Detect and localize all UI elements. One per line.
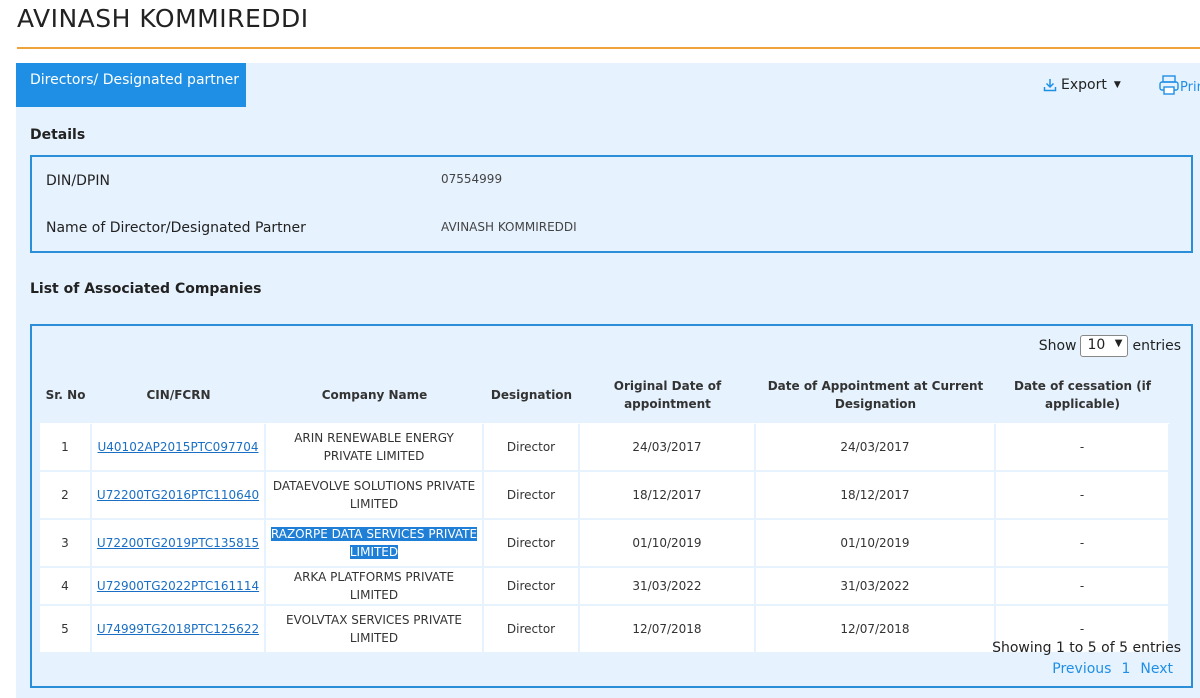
details-box: DIN/DPIN 07554999 Name of Director/Desig…	[30, 155, 1193, 253]
cell-designation: Director	[484, 472, 580, 520]
cell-original-date: 24/03/2017	[580, 424, 756, 472]
cin-link[interactable]: U72900TG2022PTC161114	[97, 579, 259, 593]
export-button[interactable]: Export ▼	[1043, 77, 1121, 93]
cell-company: DATAEVOLVE SOLUTIONS PRIVATE LIMITED	[266, 472, 484, 520]
next-page-link[interactable]: Next	[1140, 661, 1173, 677]
entries-summary: Showing 1 to 5 of 5 entries	[992, 640, 1181, 656]
cell-cessation: -	[996, 472, 1170, 520]
details-heading: Details	[30, 127, 86, 143]
cell-designation: Director	[484, 568, 580, 606]
cin-link[interactable]: U74999TG2018PTC125622	[97, 622, 259, 636]
cell-cin: U72200TG2019PTC135815	[92, 520, 266, 568]
print-button[interactable]: Prin	[1158, 74, 1200, 100]
show-label: Show	[1038, 338, 1077, 354]
cell-sr: 3	[40, 520, 92, 568]
entries-label: entries	[1132, 338, 1181, 354]
cell-cin: U40102AP2015PTC097704	[92, 424, 266, 472]
selected-company-name: RAZORPE DATA SERVICES PRIVATE LIMITED	[270, 527, 478, 559]
cell-cin: U72900TG2022PTC161114	[92, 568, 266, 606]
page-size-control: Show 10 ▼ entries	[1039, 335, 1181, 357]
cell-designation: Director	[484, 606, 580, 654]
cell-sr: 1	[40, 424, 92, 472]
cell-company: ARIN RENEWABLE ENERGY PRIVATE LIMITED	[266, 424, 484, 472]
director-name-label: Name of Director/Designated Partner	[46, 220, 306, 236]
col-header-company[interactable]: Company Name	[266, 366, 484, 424]
cell-current-date: 31/03/2022	[756, 568, 996, 606]
download-icon	[1043, 78, 1057, 92]
col-header-cin[interactable]: CIN/FCRN	[92, 366, 266, 424]
cin-link[interactable]: U72200TG2016PTC110640	[97, 488, 259, 502]
cell-company: RAZORPE DATA SERVICES PRIVATE LIMITED	[266, 520, 484, 568]
cell-sr: 4	[40, 568, 92, 606]
caret-down-icon: ▼	[1113, 80, 1121, 90]
table-header-row: Sr. No CIN/FCRN Company Name Designation…	[40, 366, 1170, 424]
title-divider	[17, 47, 1200, 49]
page-title: AVINASH KOMMIREDDI	[17, 4, 309, 33]
page-1-link[interactable]: 1	[1121, 661, 1130, 677]
print-label: Prin	[1180, 79, 1200, 95]
table-row: 3 U72200TG2019PTC135815 RAZORPE DATA SER…	[40, 520, 1170, 568]
pagination: Previous 1 Next	[1052, 661, 1173, 677]
cell-cin: U74999TG2018PTC125622	[92, 606, 266, 654]
cell-cessation: -	[996, 424, 1170, 472]
printer-icon	[1158, 74, 1180, 100]
companies-heading: List of Associated Companies	[30, 281, 262, 297]
cell-sr: 5	[40, 606, 92, 654]
cell-current-date: 24/03/2017	[756, 424, 996, 472]
page-size-value: 10	[1087, 337, 1106, 353]
cell-current-date: 01/10/2019	[756, 520, 996, 568]
table-row: 2 U72200TG2016PTC110640 DATAEVOLVE SOLUT…	[40, 472, 1170, 520]
col-header-sr[interactable]: Sr. No	[40, 366, 92, 424]
cell-current-date: 12/07/2018	[756, 606, 996, 654]
din-label: DIN/DPIN	[46, 173, 110, 189]
cin-link[interactable]: U40102AP2015PTC097704	[98, 440, 259, 454]
cell-original-date: 01/10/2019	[580, 520, 756, 568]
companies-table: Sr. No CIN/FCRN Company Name Designation…	[40, 366, 1170, 654]
col-header-cessation[interactable]: Date of cessation (if applicable)	[996, 366, 1170, 424]
director-name-value: AVINASH KOMMIREDDI	[441, 220, 577, 234]
table-row: 4 U72900TG2022PTC161114 ARKA PLATFORMS P…	[40, 568, 1170, 606]
cell-original-date: 31/03/2022	[580, 568, 756, 606]
cell-cessation: -	[996, 520, 1170, 568]
table-row: 1 U40102AP2015PTC097704 ARIN RENEWABLE E…	[40, 424, 1170, 472]
cell-company: EVOLVTAX SERVICES PRIVATE LIMITED	[266, 606, 484, 654]
chevron-down-icon: ▼	[1114, 338, 1123, 349]
cell-original-date: 18/12/2017	[580, 472, 756, 520]
cell-company: ARKA PLATFORMS PRIVATE LIMITED	[266, 568, 484, 606]
tab-directors[interactable]: Directors/ Designated partner	[16, 63, 246, 107]
col-header-designation[interactable]: Designation	[484, 366, 580, 424]
page-size-select[interactable]: 10 ▼	[1080, 335, 1129, 357]
previous-page-link[interactable]: Previous	[1052, 661, 1111, 677]
cell-cin: U72200TG2016PTC110640	[92, 472, 266, 520]
col-header-current-date[interactable]: Date of Appointment at Current Designati…	[756, 366, 996, 424]
cell-original-date: 12/07/2018	[580, 606, 756, 654]
col-header-original-date[interactable]: Original Date of appointment	[580, 366, 756, 424]
cell-designation: Director	[484, 424, 580, 472]
cell-cessation: -	[996, 568, 1170, 606]
export-label: Export	[1061, 77, 1107, 93]
cin-link[interactable]: U72200TG2019PTC135815	[97, 536, 259, 550]
cell-sr: 2	[40, 472, 92, 520]
companies-box: Show 10 ▼ entries Sr. No CIN/FCRN Compan…	[30, 324, 1193, 688]
cell-current-date: 18/12/2017	[756, 472, 996, 520]
cell-designation: Director	[484, 520, 580, 568]
din-value: 07554999	[441, 172, 503, 186]
